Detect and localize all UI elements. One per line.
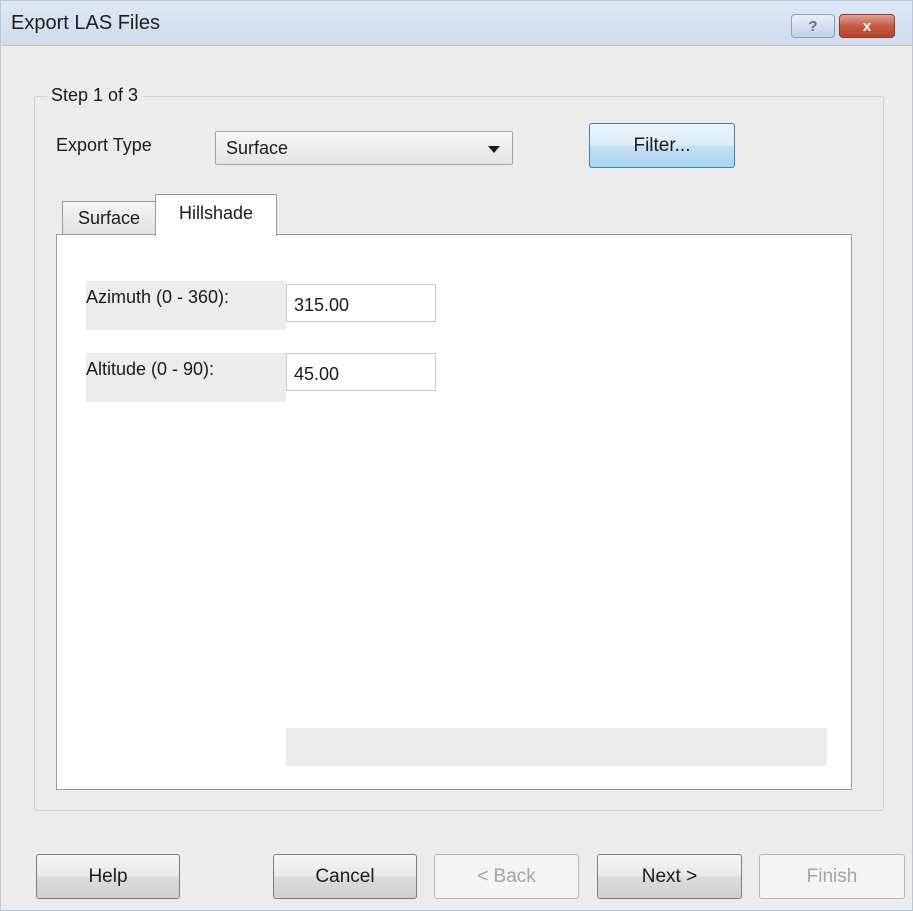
azimuth-label: Azimuth (0 - 360): (86, 281, 286, 330)
step-legend: Step 1 of 3 (47, 85, 143, 106)
azimuth-input[interactable]: 315.00 (286, 284, 436, 322)
azimuth-label-text: Azimuth (0 - 360): (86, 287, 230, 307)
export-type-dropdown[interactable]: Surface (215, 131, 513, 165)
close-icon[interactable]: x (839, 14, 895, 38)
filter-button[interactable]: Filter... (589, 123, 735, 168)
altitude-input[interactable]: 45.00 (286, 353, 436, 391)
export-las-files-dialog: Export LAS Files ? x Step 1 of 3 Export … (0, 0, 913, 911)
window-title: Export LAS Files (11, 12, 160, 34)
back-button[interactable]: < Back (434, 854, 579, 899)
altitude-label: Altitude (0 - 90): (86, 353, 286, 402)
altitude-label-text: Altitude (0 - 90): (86, 359, 215, 379)
help-button[interactable]: Help (36, 854, 180, 899)
tab-hillshade[interactable]: Hillshade (155, 194, 277, 236)
tab-surface[interactable]: Surface (62, 201, 156, 234)
title-bar: Export LAS Files ? x (1, 1, 912, 46)
finish-button[interactable]: Finish (759, 854, 905, 899)
cancel-button[interactable]: Cancel (273, 854, 417, 899)
export-type-label: Export Type (56, 135, 152, 155)
chevron-down-icon (488, 146, 500, 153)
property-description-area (286, 728, 827, 766)
next-button[interactable]: Next > (597, 854, 742, 899)
help-icon[interactable]: ? (791, 14, 835, 38)
export-type-value: Surface (226, 138, 289, 158)
